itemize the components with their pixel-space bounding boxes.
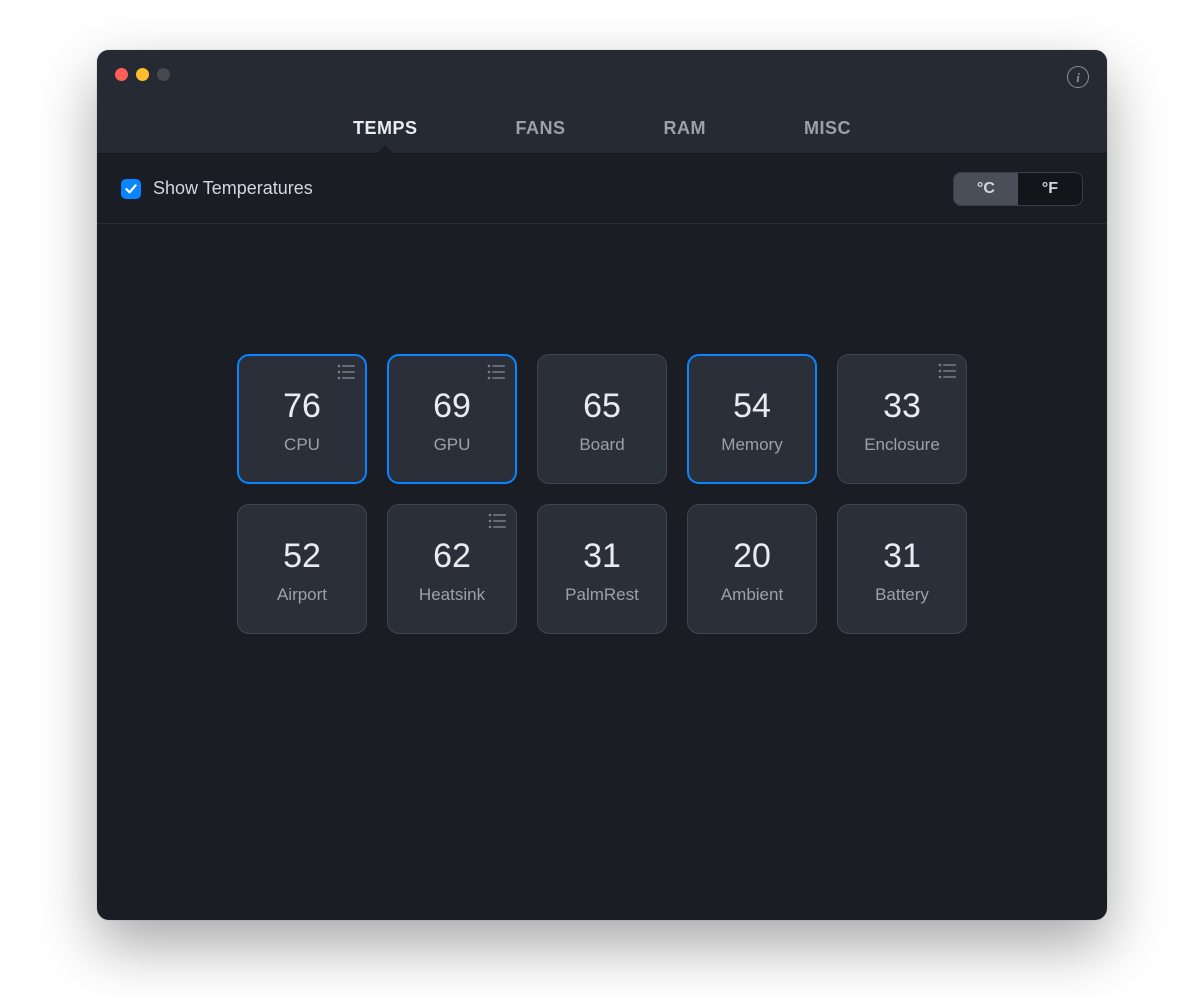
tab-misc[interactable]: MISC bbox=[800, 103, 855, 153]
sensor-label: Battery bbox=[875, 585, 929, 605]
sensor-tile-airport[interactable]: 52 Airport bbox=[237, 504, 367, 634]
maximize-window-button[interactable] bbox=[157, 68, 170, 81]
checkbox-label: Show Temperatures bbox=[153, 178, 313, 199]
list-icon bbox=[938, 363, 958, 379]
sensor-value: 52 bbox=[283, 539, 321, 573]
unit-toggle: °C °F bbox=[953, 172, 1083, 206]
sensor-tile-gpu[interactable]: 69 GPU bbox=[387, 354, 517, 484]
sensor-tile-palmrest[interactable]: 31 PalmRest bbox=[537, 504, 667, 634]
sensor-value: 69 bbox=[433, 389, 471, 423]
sensor-label: Memory bbox=[721, 435, 782, 455]
info-button[interactable]: i bbox=[1067, 66, 1089, 88]
sensor-tile-ambient[interactable]: 20 Ambient bbox=[687, 504, 817, 634]
list-icon bbox=[487, 364, 507, 380]
sensor-label: Heatsink bbox=[419, 585, 485, 605]
sensor-tile-cpu[interactable]: 76 CPU bbox=[237, 354, 367, 484]
sensor-value: 31 bbox=[883, 539, 921, 573]
sensor-value: 65 bbox=[583, 389, 621, 423]
list-icon bbox=[488, 513, 508, 529]
app-window: i TEMPS FANS RAM MISC Show Temperatures °C … bbox=[97, 50, 1107, 920]
sensor-label: Board bbox=[579, 435, 624, 455]
sensor-tile-enclosure[interactable]: 33 Enclosure bbox=[837, 354, 967, 484]
minimize-window-button[interactable] bbox=[136, 68, 149, 81]
tab-temps[interactable]: TEMPS bbox=[349, 103, 422, 153]
sensor-value: 62 bbox=[433, 539, 471, 573]
list-icon bbox=[337, 364, 357, 380]
sensor-tile-battery[interactable]: 31 Battery bbox=[837, 504, 967, 634]
sensor-label: Ambient bbox=[721, 585, 783, 605]
traffic-lights bbox=[115, 68, 170, 81]
sensor-value: 76 bbox=[283, 389, 321, 423]
tab-ram[interactable]: RAM bbox=[660, 103, 711, 153]
checkmark-icon bbox=[124, 182, 138, 196]
sensor-tile-heatsink[interactable]: 62 Heatsink bbox=[387, 504, 517, 634]
checkbox-box bbox=[121, 179, 141, 199]
unit-fahrenheit-button[interactable]: °F bbox=[1018, 173, 1082, 205]
sensor-value: 33 bbox=[883, 389, 921, 423]
sensor-label: Enclosure bbox=[864, 435, 940, 455]
sensor-value: 54 bbox=[733, 389, 771, 423]
content-area: 76 CPU 69 GPU 65 Board 54 Memory 33 Enclosure 52 Ai… bbox=[97, 224, 1107, 920]
close-window-button[interactable] bbox=[115, 68, 128, 81]
sensor-label: Airport bbox=[277, 585, 327, 605]
unit-celsius-button[interactable]: °C bbox=[954, 173, 1018, 205]
sensor-tile-board[interactable]: 65 Board bbox=[537, 354, 667, 484]
sensor-tile-memory[interactable]: 54 Memory bbox=[687, 354, 817, 484]
toolbar: Show Temperatures °C °F bbox=[97, 154, 1107, 224]
tab-bar: TEMPS FANS RAM MISC bbox=[97, 103, 1107, 153]
titlebar: i TEMPS FANS RAM MISC bbox=[97, 50, 1107, 154]
info-icon: i bbox=[1076, 71, 1080, 84]
sensor-label: PalmRest bbox=[565, 585, 639, 605]
sensor-grid: 76 CPU 69 GPU 65 Board 54 Memory 33 Enclosure 52 Ai… bbox=[237, 354, 967, 634]
show-temperatures-checkbox[interactable]: Show Temperatures bbox=[121, 178, 313, 199]
sensor-value: 20 bbox=[733, 539, 771, 573]
sensor-label: GPU bbox=[434, 435, 471, 455]
sensor-value: 31 bbox=[583, 539, 621, 573]
tab-fans[interactable]: FANS bbox=[512, 103, 570, 153]
sensor-label: CPU bbox=[284, 435, 320, 455]
